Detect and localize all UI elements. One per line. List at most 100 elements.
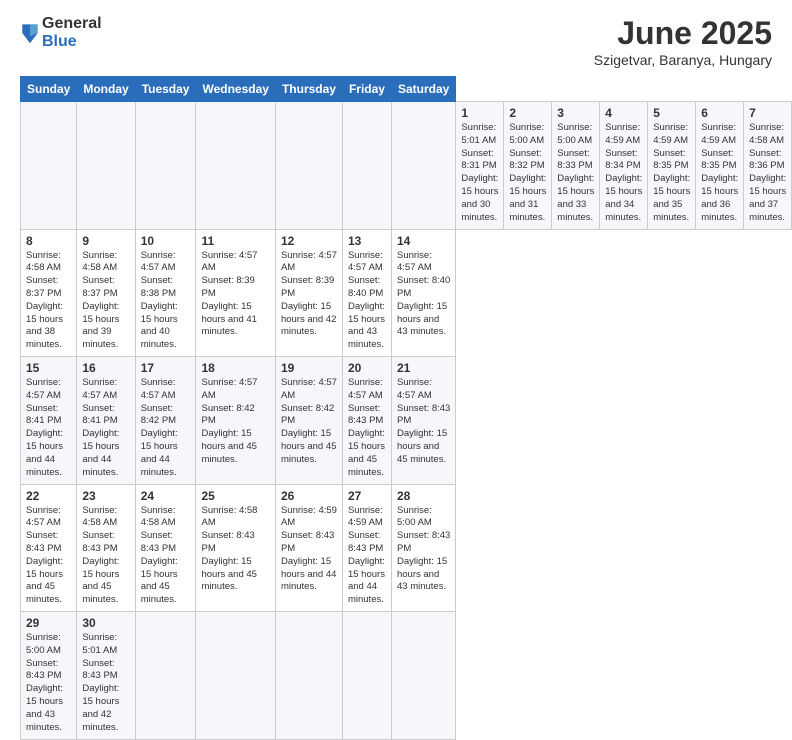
table-row: 24 Sunrise: 4:58 AMSunset: 8:43 PMDayligh… bbox=[135, 484, 196, 612]
day-info: Sunrise: 4:59 AMSunset: 8:34 PMDaylight:… bbox=[605, 122, 642, 223]
table-row bbox=[77, 102, 135, 230]
table-row: 12 Sunrise: 4:57 AMSunset: 8:39 PMDayligh… bbox=[275, 229, 342, 357]
day-info: Sunrise: 5:00 AMSunset: 8:43 PMDaylight:… bbox=[397, 505, 450, 593]
table-row: 21 Sunrise: 4:57 AMSunset: 8:43 PMDayligh… bbox=[391, 357, 455, 485]
calendar-week-3: 22Sunrise: 4:57 AMSunset: 8:43 PMDayligh… bbox=[21, 484, 792, 612]
day-info: Sunrise: 4:57 AMSunset: 8:43 PMDaylight:… bbox=[348, 377, 385, 478]
day-info: Sunrise: 4:57 AMSunset: 8:38 PMDaylight:… bbox=[141, 250, 178, 351]
table-row bbox=[275, 102, 342, 230]
table-row: 1 Sunrise: 5:01 AMSunset: 8:31 PMDaylight… bbox=[456, 102, 504, 230]
day-info: Sunrise: 4:59 AMSunset: 8:43 PMDaylight:… bbox=[281, 505, 337, 593]
day-info: Sunrise: 4:59 AMSunset: 8:35 PMDaylight:… bbox=[653, 122, 690, 223]
calendar-week-1: 8 Sunrise: 4:58 AMSunset: 8:37 PMDaylight… bbox=[21, 229, 792, 357]
logo-text: General Blue bbox=[42, 15, 102, 50]
day-info: Sunrise: 4:58 AMSunset: 8:36 PMDaylight:… bbox=[749, 122, 786, 223]
col-wednesday: Wednesday bbox=[196, 77, 275, 102]
table-row: 26 Sunrise: 4:59 AMSunset: 8:43 PMDayligh… bbox=[275, 484, 342, 612]
table-row: 30Sunrise: 5:01 AMSunset: 8:43 PMDayligh… bbox=[77, 612, 135, 740]
day-number: 26 bbox=[281, 489, 337, 503]
day-number: 24 bbox=[141, 489, 191, 503]
table-row bbox=[196, 102, 275, 230]
day-info: Sunrise: 4:58 AMSunset: 8:37 PMDaylight:… bbox=[82, 250, 119, 351]
calendar-week-4: 29Sunrise: 5:00 AMSunset: 8:43 PMDayligh… bbox=[21, 612, 792, 740]
day-info: Sunrise: 4:58 AMSunset: 8:43 PMDaylight:… bbox=[141, 505, 178, 606]
table-row: 22Sunrise: 4:57 AMSunset: 8:43 PMDayligh… bbox=[21, 484, 77, 612]
day-info: Sunrise: 5:01 AMSunset: 8:43 PMDaylight:… bbox=[82, 632, 119, 733]
month-title: June 2025 bbox=[594, 15, 772, 52]
day-info: Sunrise: 4:58 AMSunset: 8:37 PMDaylight:… bbox=[26, 250, 63, 351]
day-number: 4 bbox=[605, 106, 642, 120]
table-row: 5 Sunrise: 4:59 AMSunset: 8:35 PMDaylight… bbox=[648, 102, 696, 230]
day-info: Sunrise: 4:57 AMSunset: 8:42 PMDaylight:… bbox=[141, 377, 178, 478]
day-number: 2 bbox=[509, 106, 546, 120]
table-row: 29Sunrise: 5:00 AMSunset: 8:43 PMDayligh… bbox=[21, 612, 77, 740]
day-number: 8 bbox=[26, 234, 71, 248]
day-number: 28 bbox=[397, 489, 450, 503]
table-row: 19 Sunrise: 4:57 AMSunset: 8:42 PMDayligh… bbox=[275, 357, 342, 485]
day-number: 12 bbox=[281, 234, 337, 248]
day-info: Sunrise: 4:57 AMSunset: 8:43 PMDaylight:… bbox=[397, 377, 450, 465]
table-row bbox=[391, 612, 455, 740]
table-row: 11Sunrise: 4:57 AMSunset: 8:39 PMDayligh… bbox=[196, 229, 275, 357]
day-info: Sunrise: 5:00 AMSunset: 8:43 PMDaylight:… bbox=[26, 632, 63, 733]
day-number: 13 bbox=[348, 234, 386, 248]
table-row: 14 Sunrise: 4:57 AMSunset: 8:40 PMDayligh… bbox=[391, 229, 455, 357]
col-tuesday: Tuesday bbox=[135, 77, 196, 102]
table-row: 28 Sunrise: 5:00 AMSunset: 8:43 PMDayligh… bbox=[391, 484, 455, 612]
day-info: Sunrise: 4:57 AMSunset: 8:40 PMDaylight:… bbox=[348, 250, 385, 351]
table-row: 2 Sunrise: 5:00 AMSunset: 8:32 PMDaylight… bbox=[504, 102, 552, 230]
col-sunday: Sunday bbox=[21, 77, 77, 102]
location: Szigetvar, Baranya, Hungary bbox=[594, 52, 772, 68]
day-info: Sunrise: 5:01 AMSunset: 8:31 PMDaylight:… bbox=[461, 122, 498, 223]
table-row: 9 Sunrise: 4:58 AMSunset: 8:37 PMDaylight… bbox=[77, 229, 135, 357]
day-info: Sunrise: 4:58 AMSunset: 8:43 PMDaylight:… bbox=[201, 505, 257, 593]
day-number: 22 bbox=[26, 489, 71, 503]
table-row bbox=[135, 612, 196, 740]
day-number: 21 bbox=[397, 361, 450, 375]
day-number: 15 bbox=[26, 361, 71, 375]
day-info: Sunrise: 5:00 AMSunset: 8:32 PMDaylight:… bbox=[509, 122, 546, 223]
day-info: Sunrise: 4:57 AMSunset: 8:41 PMDaylight:… bbox=[82, 377, 119, 478]
day-number: 9 bbox=[82, 234, 129, 248]
calendar-table: Sunday Monday Tuesday Wednesday Thursday… bbox=[20, 76, 792, 740]
table-row: 13 Sunrise: 4:57 AMSunset: 8:40 PMDayligh… bbox=[342, 229, 391, 357]
table-row bbox=[342, 102, 391, 230]
table-row: 15 Sunrise: 4:57 AMSunset: 8:41 PMDayligh… bbox=[21, 357, 77, 485]
calendar-week-0: 1 Sunrise: 5:01 AMSunset: 8:31 PMDaylight… bbox=[21, 102, 792, 230]
table-row: 7 Sunrise: 4:58 AMSunset: 8:36 PMDaylight… bbox=[744, 102, 792, 230]
table-row: 8 Sunrise: 4:58 AMSunset: 8:37 PMDaylight… bbox=[21, 229, 77, 357]
day-number: 1 bbox=[461, 106, 498, 120]
logo-general: General bbox=[42, 15, 102, 33]
day-number: 7 bbox=[749, 106, 786, 120]
day-info: Sunrise: 4:59 AMSunset: 8:43 PMDaylight:… bbox=[348, 505, 385, 606]
day-info: Sunrise: 4:57 AMSunset: 8:41 PMDaylight:… bbox=[26, 377, 63, 478]
day-info: Sunrise: 4:58 AMSunset: 8:43 PMDaylight:… bbox=[82, 505, 119, 606]
table-row: 17Sunrise: 4:57 AMSunset: 8:42 PMDayligh… bbox=[135, 357, 196, 485]
table-row: 4 Sunrise: 4:59 AMSunset: 8:34 PMDaylight… bbox=[600, 102, 648, 230]
day-info: Sunrise: 4:57 AMSunset: 8:40 PMDaylight:… bbox=[397, 250, 450, 338]
title-block: June 2025 Szigetvar, Baranya, Hungary bbox=[594, 15, 772, 68]
table-row: 16Sunrise: 4:57 AMSunset: 8:41 PMDayligh… bbox=[77, 357, 135, 485]
table-row: 3Sunrise: 5:00 AMSunset: 8:33 PMDaylight… bbox=[552, 102, 600, 230]
day-number: 14 bbox=[397, 234, 450, 248]
table-row bbox=[342, 612, 391, 740]
day-number: 19 bbox=[281, 361, 337, 375]
col-monday: Monday bbox=[77, 77, 135, 102]
day-info: Sunrise: 4:57 AMSunset: 8:42 PMDaylight:… bbox=[201, 377, 257, 465]
col-saturday: Saturday bbox=[391, 77, 455, 102]
day-info: Sunrise: 4:57 AMSunset: 8:39 PMDaylight:… bbox=[281, 250, 337, 338]
col-friday: Friday bbox=[342, 77, 391, 102]
day-number: 18 bbox=[201, 361, 269, 375]
table-row bbox=[135, 102, 196, 230]
table-row: 18 Sunrise: 4:57 AMSunset: 8:42 PMDayligh… bbox=[196, 357, 275, 485]
day-number: 5 bbox=[653, 106, 690, 120]
calendar-week-2: 15 Sunrise: 4:57 AMSunset: 8:41 PMDayligh… bbox=[21, 357, 792, 485]
day-info: Sunrise: 5:00 AMSunset: 8:33 PMDaylight:… bbox=[557, 122, 594, 223]
day-info: Sunrise: 4:57 AMSunset: 8:39 PMDaylight:… bbox=[201, 250, 257, 338]
table-row: 23Sunrise: 4:58 AMSunset: 8:43 PMDayligh… bbox=[77, 484, 135, 612]
day-info: Sunrise: 4:57 AMSunset: 8:42 PMDaylight:… bbox=[281, 377, 337, 465]
day-info: Sunrise: 4:59 AMSunset: 8:35 PMDaylight:… bbox=[701, 122, 738, 223]
header: General Blue June 2025 Szigetvar, Barany… bbox=[20, 15, 772, 68]
table-row bbox=[196, 612, 275, 740]
table-row bbox=[391, 102, 455, 230]
